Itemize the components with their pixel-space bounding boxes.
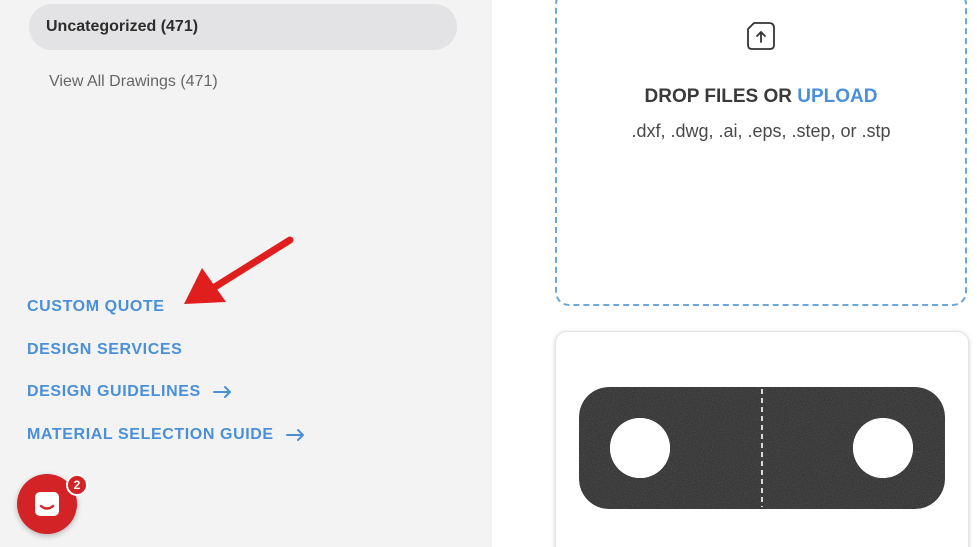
page: Uncategorized (471) View All Drawings (4… — [0, 0, 977, 547]
supported-formats-text: .dxf, .dwg, .ai, .eps, .step, or .stp — [631, 121, 891, 141]
design-guidelines-label: DESIGN GUIDELINES — [27, 383, 201, 400]
chat-notification-badge: 2 — [66, 474, 88, 496]
arrow-right-icon — [212, 386, 231, 398]
design-services-label: DESIGN SERVICES — [27, 341, 183, 358]
material-selection-guide-link[interactable]: MATERIAL SELECTION GUIDE — [27, 426, 306, 444]
arrow-right-icon — [285, 429, 304, 441]
part-preview-image — [579, 387, 945, 509]
category-uncategorized[interactable]: Uncategorized (471) — [29, 4, 457, 50]
material-selection-guide-label: MATERIAL SELECTION GUIDE — [27, 426, 274, 443]
design-services-link[interactable]: DESIGN SERVICES — [27, 341, 182, 359]
sidebar: Uncategorized (471) View All Drawings (4… — [0, 0, 492, 547]
design-guidelines-link[interactable]: DESIGN GUIDELINES — [27, 383, 233, 401]
custom-quote-label: CUSTOM QUOTE — [27, 298, 165, 315]
custom-quote-link[interactable]: CUSTOM QUOTE — [27, 298, 165, 316]
drop-files-heading: DROP FILES OR UPLOAD — [555, 86, 967, 108]
upload-link[interactable]: UPLOAD — [797, 86, 877, 107]
chat-icon — [35, 492, 59, 516]
view-all-drawings-link[interactable]: View All Drawings (471) — [49, 73, 218, 91]
file-upload-icon — [747, 22, 775, 50]
annotation-arrow-icon — [184, 236, 294, 304]
drop-files-prefix: DROP FILES OR — [644, 86, 792, 107]
